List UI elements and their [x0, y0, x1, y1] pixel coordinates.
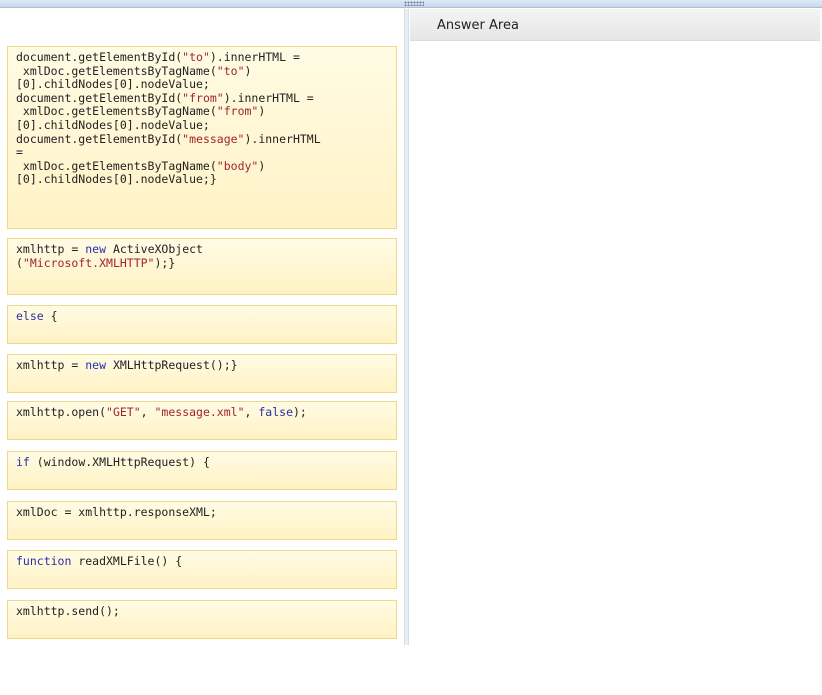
code-text: , [244, 405, 259, 419]
code-line: xmlDoc.getElementsByTagName("body") [16, 158, 388, 174]
source-panel: document.getElementById("to").innerHTML … [0, 41, 404, 645]
code-text: xmlDoc.getElementsByTagName( [16, 63, 217, 78]
code-line: if (window.XMLHttpRequest) { [16, 455, 388, 470]
code-text: xmlDoc.getElementsByTagName( [16, 158, 217, 173]
code-text: xmlhttp.send(); [16, 604, 120, 618]
code-line: document.getElementById("message").inner… [16, 131, 388, 147]
code-text: { [43, 309, 58, 323]
code-keyword: false [258, 405, 293, 419]
code-block-dom-assignments[interactable]: document.getElementById("to").innerHTML … [7, 46, 397, 229]
code-text: );} [154, 255, 176, 270]
code-text: , [140, 405, 155, 419]
panel-divider[interactable] [404, 9, 409, 645]
top-splitter-bar[interactable] [0, 0, 822, 8]
code-keyword: if [16, 455, 30, 469]
code-text: ActiveXObject [106, 242, 203, 256]
code-line: xmlhttp = new ActiveXObject [16, 242, 388, 257]
code-keyword: else [16, 309, 44, 323]
code-string: "message.xml" [154, 405, 245, 419]
code-text: [0].childNodes[0].nodeValue;} [16, 172, 217, 187]
code-text: XMLHttpRequest();} [106, 358, 238, 372]
code-keyword: new [85, 358, 107, 372]
answer-area-header: Answer Area [410, 9, 820, 41]
code-line: [0].childNodes[0].nodeValue; [16, 117, 388, 133]
code-text: xmlhttp = [16, 358, 86, 372]
code-text: (window.XMLHttpRequest) { [29, 455, 210, 469]
code-text: ).innerHTML = [223, 90, 314, 105]
code-text: ).innerHTML = [209, 50, 300, 64]
code-block-send[interactable]: xmlhttp.send(); [7, 600, 397, 639]
code-line: xmlDoc.getElementsByTagName("to") [16, 63, 388, 79]
code-text: ) [258, 158, 266, 173]
code-block-if[interactable]: if (window.XMLHttpRequest) { [7, 451, 397, 490]
source-panel-header [0, 9, 404, 41]
code-keyword: new [85, 242, 107, 256]
code-text: xmlDoc = xmlhttp.responseXML; [16, 505, 217, 519]
code-text: ); [293, 405, 307, 419]
code-text: [0].childNodes[0].nodeValue; [16, 77, 210, 92]
code-text: document.getElementById( [16, 90, 183, 105]
code-text: ) [244, 63, 252, 78]
code-block-activexobject[interactable]: xmlhttp = new ActiveXObject ("Microsoft.X… [7, 238, 397, 295]
code-block-function[interactable]: function readXMLFile() { [7, 550, 397, 589]
code-line: xmlDoc = xmlhttp.responseXML; [16, 505, 388, 520]
code-string: "from" [182, 90, 224, 105]
code-text: xmlhttp.open( [16, 405, 107, 419]
code-text: xmlDoc.getElementsByTagName( [16, 104, 217, 119]
code-line: xmlhttp.send(); [16, 604, 388, 619]
code-block-open[interactable]: xmlhttp.open("GET", "message.xml", false… [7, 401, 397, 440]
code-line: xmlhttp = new XMLHttpRequest();} [16, 358, 388, 373]
code-string: "to" [216, 63, 245, 78]
code-line: = [16, 145, 388, 160]
code-string: "to" [182, 50, 210, 64]
code-line: xmlhttp.open("GET", "message.xml", false… [16, 405, 388, 420]
code-line: xmlDoc.getElementsByTagName("from") [16, 105, 388, 119]
answer-area-title: Answer Area [437, 18, 519, 33]
code-string: "GET" [106, 405, 141, 419]
code-line: [0].childNodes[0].nodeValue; [16, 77, 388, 92]
code-block-else[interactable]: else { [7, 305, 397, 344]
code-line: [0].childNodes[0].nodeValue;} [16, 173, 388, 187]
code-line: function readXMLFile() { [16, 554, 388, 569]
code-line: ("Microsoft.XMLHTTP");} [16, 255, 388, 271]
code-string: "Microsoft.XMLHTTP" [22, 255, 155, 270]
code-text: xmlhttp = [16, 242, 86, 256]
code-text: ).innerHTML [244, 131, 321, 146]
code-block-response-xml[interactable]: xmlDoc = xmlhttp.responseXML; [7, 501, 397, 540]
code-text: = [16, 145, 23, 160]
code-line: document.getElementById("to").innerHTML … [16, 50, 388, 65]
code-text: readXMLFile() { [71, 554, 183, 568]
code-block-xmlhttprequest[interactable]: xmlhttp = new XMLHttpRequest();} [7, 354, 397, 393]
code-line: document.getElementById("from").innerHTM… [16, 90, 388, 106]
code-string: "body" [216, 158, 259, 173]
code-keyword: function [16, 554, 72, 568]
code-string: "from" [216, 104, 259, 119]
code-text: [0].childNodes[0].nodeValue; [16, 117, 210, 132]
code-line: else { [16, 309, 388, 324]
code-string: "message" [182, 131, 245, 146]
code-text: document.getElementById( [16, 131, 183, 146]
code-text: ( [16, 255, 23, 270]
grip-icon[interactable] [404, 1, 424, 6]
code-text: document.getElementById( [16, 50, 183, 64]
answer-area-drop-zone[interactable] [410, 41, 820, 645]
code-text: ) [258, 104, 266, 119]
